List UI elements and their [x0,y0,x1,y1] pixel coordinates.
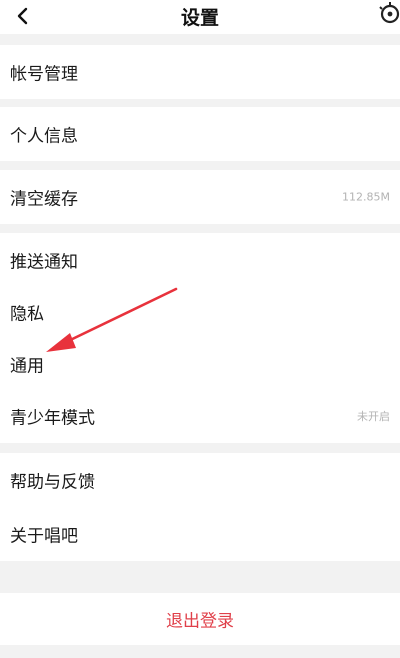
menu-item-about[interactable]: 关于唱吧 [0,507,400,561]
teen-mode-status: 未开启 [357,410,390,423]
menu-item-label: 帮助与反馈 [10,472,95,493]
menu-item-label: 个人信息 [10,126,78,147]
menu-item-label: 隐私 [10,304,44,325]
menu-item-clear-cache[interactable]: 清空缓存 112.85M [0,170,400,224]
menu-item-teen-mode[interactable]: 青少年模式 未开启 [0,389,400,443]
settings-button[interactable] [378,2,400,26]
menu-item-account-management[interactable]: 帐号管理 [0,45,400,99]
menu-item-label: 关于唱吧 [10,526,78,547]
menu-item-personal-info[interactable]: 个人信息 [0,107,400,161]
menu-item-label: 青少年模式 [10,408,95,429]
menu-item-label: 推送通知 [10,252,78,273]
menu-item-label: 通用 [10,356,44,377]
menu-item-help-feedback[interactable]: 帮助与反馈 [0,453,400,507]
menu-item-general[interactable]: 通用 [0,337,400,391]
cache-size-value: 112.85M [342,190,390,204]
menu-item-push-notifications[interactable]: 推送通知 [0,233,400,287]
logout-label: 退出登录 [166,611,234,632]
menu-item-label: 帐号管理 [10,64,78,85]
logout-button[interactable]: 退出登录 [0,593,400,645]
menu-item-label: 清空缓存 [10,189,78,210]
header-bar: 设置 [0,0,400,34]
page-title: 设置 [180,7,219,29]
menu-item-privacy[interactable]: 隐私 [0,285,400,339]
settings-icon [379,2,400,24]
